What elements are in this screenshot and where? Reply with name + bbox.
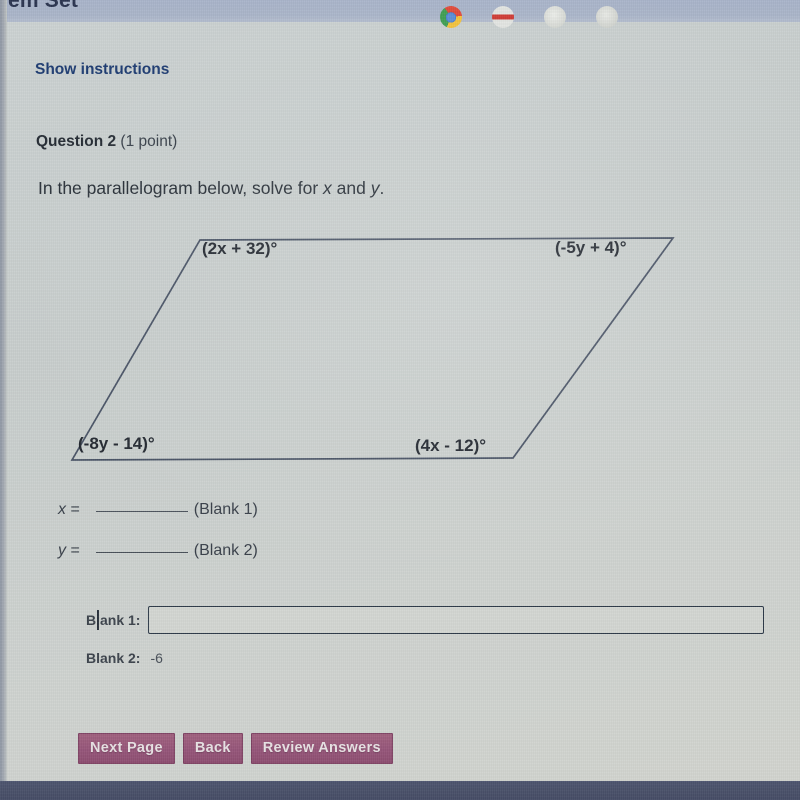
app-icon-red[interactable] — [492, 6, 514, 28]
blank-x-variable: x — [58, 501, 66, 518]
os-taskbar — [0, 781, 800, 800]
screen-left-edge — [0, 0, 7, 781]
question-points: (1 point) — [120, 133, 178, 150]
blank2-value[interactable]: -6 — [150, 650, 162, 666]
screen-photo: em Set Show instructions Question 2 (1 p… — [0, 0, 800, 800]
angle-label-top-right: (-5y + 4)° — [555, 238, 627, 257]
show-instructions-link[interactable]: Show instructions — [35, 61, 169, 79]
parallelogram-figure: (2x + 32)° (-5y + 4)° (-8y - 14)° (4x - … — [40, 222, 740, 478]
prompt-variable-x: x — [323, 178, 332, 198]
app-icon-pale-2[interactable] — [596, 6, 618, 28]
back-button[interactable]: Back — [182, 733, 243, 764]
parallelogram-outline — [70, 237, 675, 461]
angle-label-bottom-left: (-8y - 14)° — [78, 434, 155, 453]
app-title: em Set — [8, 0, 79, 12]
blank-prompt-x: x = (Blank 1) — [58, 501, 258, 519]
review-answers-button[interactable]: Review Answers — [250, 733, 393, 764]
blank-x-rule — [95, 511, 188, 512]
answer-row-blank1: Blank 1: — [86, 606, 765, 634]
blank-y-variable: y — [58, 542, 66, 559]
prompt-text-after: . — [379, 178, 385, 198]
blank1-input[interactable] — [148, 606, 765, 634]
blank-y-rule — [95, 552, 188, 553]
next-page-button[interactable]: Next Page — [78, 733, 175, 764]
blank-y-equals: = — [70, 542, 80, 559]
blank1-label: Blank 1: — [86, 612, 141, 628]
navigation-button-bar: Next Page Back Review Answers — [78, 733, 393, 764]
answer-row-blank2: Blank 2: -6 — [86, 650, 163, 666]
prompt-text-before: In the parallelogram below, solve for — [38, 178, 324, 198]
text-cursor — [97, 610, 99, 630]
blank2-label: Blank 2: — [86, 650, 141, 666]
app-icon-pale[interactable] — [544, 6, 566, 28]
question-heading: Question 2 (1 point) — [36, 133, 177, 151]
app-banner: em Set — [0, 0, 800, 22]
blank-y-caption: (Blank 2) — [193, 542, 258, 559]
blank-x-caption: (Blank 1) — [193, 501, 258, 518]
blank-prompt-y: y = (Blank 2) — [58, 542, 258, 560]
blank-x-equals: = — [70, 501, 80, 518]
prompt-text-middle: and — [331, 178, 371, 198]
angle-label-top-left: (2x + 32)° — [202, 239, 278, 258]
chrome-icon[interactable] — [440, 6, 462, 28]
question-number: Question 2 — [36, 133, 117, 150]
question-prompt: In the parallelogram below, solve for x … — [38, 178, 384, 199]
taskbar-icon-group — [440, 6, 618, 28]
angle-label-bottom-right: (4x - 12)° — [415, 436, 487, 455]
